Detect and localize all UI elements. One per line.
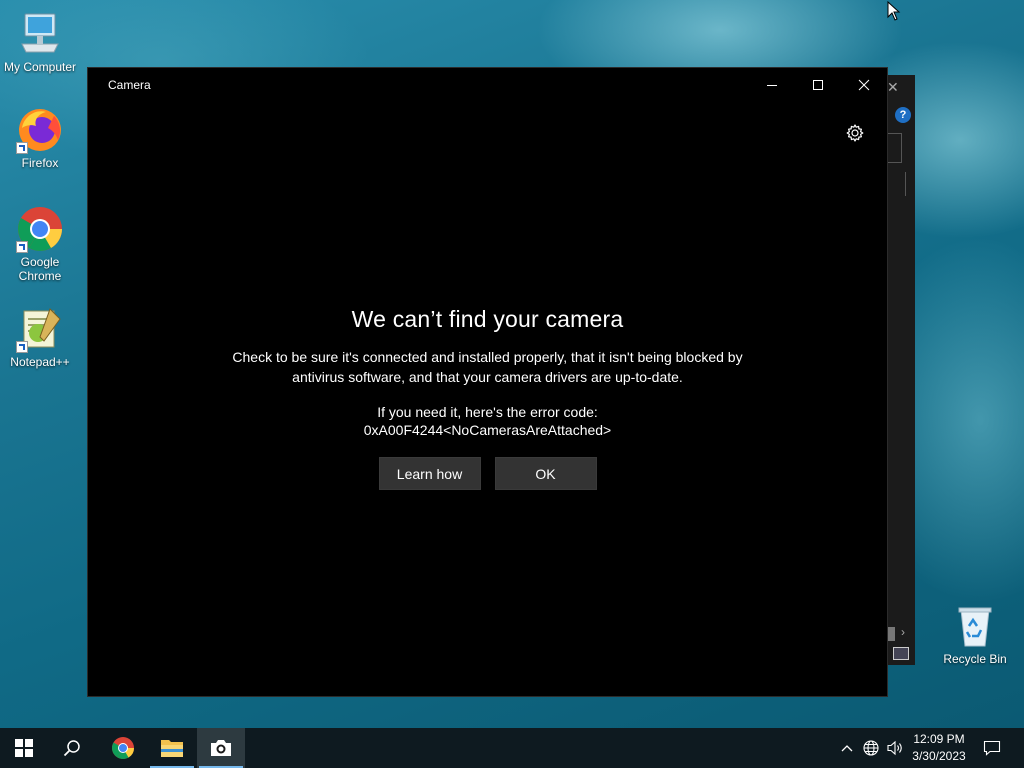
recycle-bin-icon — [951, 602, 999, 650]
window-thumbnail-icon[interactable] — [893, 647, 909, 660]
maximize-button[interactable] — [795, 68, 841, 102]
title-bar[interactable]: Camera — [88, 68, 887, 102]
error-message: Check to be sure it's connected and inst… — [232, 349, 743, 385]
start-button[interactable] — [0, 728, 48, 768]
search-button[interactable] — [48, 728, 96, 768]
clock-time: 12:09 PM — [913, 732, 965, 746]
search-icon — [63, 740, 80, 757]
scrollbar-thumb[interactable] — [887, 627, 895, 641]
camera-icon — [211, 740, 231, 756]
taskbar-camera[interactable] — [197, 728, 245, 768]
taskbar-chrome[interactable] — [99, 728, 147, 768]
ok-button[interactable]: OK — [494, 457, 597, 490]
shortcut-arrow-icon — [16, 341, 28, 353]
network-button[interactable] — [861, 728, 881, 768]
windows-logo-icon — [15, 739, 33, 757]
minimize-button[interactable] — [749, 68, 795, 102]
desktop-icon-label: Google Chrome — [18, 255, 62, 283]
desktop-icon-label: Firefox — [21, 156, 59, 170]
notepad-plus-plus-icon — [16, 305, 64, 353]
window-title: Camera — [108, 78, 151, 92]
shortcut-arrow-icon — [16, 241, 28, 253]
chevron-up-icon — [841, 745, 853, 752]
divider — [905, 172, 906, 196]
clock-date: 3/30/2023 — [912, 749, 966, 763]
action-buttons: Learn how OK — [88, 457, 887, 490]
taskbar-file-explorer[interactable] — [148, 728, 196, 768]
clock[interactable]: 12:09 PM 3/30/2023 — [900, 731, 978, 765]
computer-icon — [16, 10, 64, 58]
mouse-cursor-icon — [887, 0, 901, 21]
desktop-icon-label: Recycle Bin — [943, 652, 1007, 666]
settings-button[interactable] — [845, 123, 865, 143]
desktop-icon-label: My Computer — [3, 60, 77, 74]
desktop-icon-notepad-plus-plus[interactable]: Notepad++ — [0, 305, 80, 369]
show-hidden-icons-button[interactable] — [838, 728, 856, 768]
close-icon — [858, 79, 870, 91]
minimize-icon — [767, 85, 777, 86]
desktop-icon-my-computer[interactable]: My Computer — [0, 10, 80, 74]
notifications-button[interactable] — [980, 728, 1004, 768]
folder-icon — [161, 740, 183, 757]
desktop-icon-recycle-bin[interactable]: Recycle Bin — [935, 602, 1015, 666]
globe-icon — [863, 740, 879, 756]
learn-how-button[interactable]: Learn how — [378, 457, 481, 490]
maximize-icon — [813, 80, 823, 90]
gear-icon — [846, 124, 864, 142]
desktop-icon-label: Notepad++ — [10, 355, 70, 369]
notification-icon — [983, 740, 1001, 756]
firefox-icon — [16, 106, 64, 154]
desktop-icon-firefox[interactable]: Firefox — [0, 106, 80, 170]
chrome-icon — [16, 205, 64, 253]
chrome-icon — [112, 737, 134, 759]
error-heading: We can’t find your camera — [351, 306, 624, 332]
error-code: 0xA00F4244<NoCamerasAreAttached> — [363, 422, 612, 438]
close-icon[interactable]: ✕ — [887, 79, 899, 96]
close-button[interactable] — [841, 68, 887, 102]
error-code-intro: If you need it, here's the error code: — [377, 404, 598, 420]
chevron-right-icon[interactable]: › — [901, 625, 905, 639]
error-content: We can’t find your camera Check to be su… — [88, 306, 887, 490]
shortcut-arrow-icon — [16, 142, 28, 154]
taskbar: 12:09 PM 3/30/2023 — [0, 728, 1024, 768]
desktop-icon-google-chrome[interactable]: Google Chrome — [0, 205, 80, 283]
help-icon[interactable]: ? — [895, 107, 911, 123]
error-code-block: If you need it, here's the error code: 0… — [88, 403, 887, 439]
camera-window: Camera We can’t find your camera Check t… — [87, 67, 888, 697]
input-edge[interactable] — [887, 133, 902, 163]
